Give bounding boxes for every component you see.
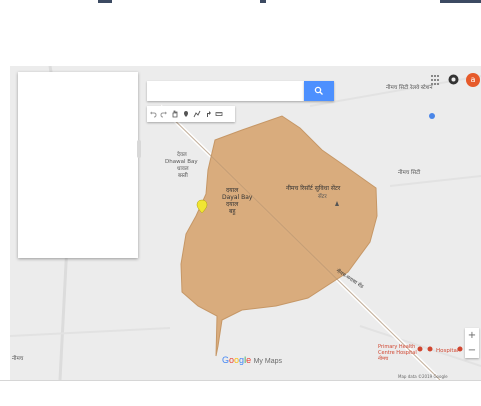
temple-label: सेंटर bbox=[318, 194, 327, 200]
area-label-right: नीमच सिटी bbox=[398, 170, 421, 176]
select-items-button[interactable] bbox=[169, 106, 180, 122]
redo-icon bbox=[159, 111, 167, 118]
place-label-top-right: नीमच सिटी रेलवे स्टेशन bbox=[386, 85, 433, 91]
map-attribution: Map data ©2019 Google bbox=[398, 374, 448, 379]
directions-icon bbox=[206, 111, 211, 117]
redo-button[interactable] bbox=[158, 106, 169, 122]
area-label-line: धावल bbox=[177, 166, 189, 172]
place-label-bottom-left: नीमच bbox=[12, 356, 24, 362]
drawn-area-polygon bbox=[180, 115, 378, 357]
window-top-strip bbox=[0, 0, 481, 6]
apps-grid-icon[interactable] bbox=[431, 75, 439, 85]
draw-line-button[interactable] bbox=[191, 106, 202, 122]
google-my-maps-logo: Google My Maps bbox=[222, 355, 282, 365]
hospital-label-line: नीमच bbox=[378, 356, 389, 362]
top-strip-segment bbox=[260, 0, 266, 3]
measure-button[interactable] bbox=[213, 106, 224, 122]
collapse-panel-handle[interactable] bbox=[137, 140, 141, 158]
layers-side-panel[interactable] bbox=[18, 72, 138, 258]
directions-button[interactable] bbox=[202, 106, 213, 122]
area-label-line: देवल bbox=[177, 152, 187, 158]
my-maps-label: My Maps bbox=[253, 358, 282, 365]
zoom-control: + − bbox=[465, 328, 479, 358]
hospital-label: Primary Health Centre Hospital नीमच bbox=[378, 344, 417, 362]
undo-button[interactable] bbox=[147, 106, 158, 122]
notifications-icon[interactable] bbox=[448, 74, 459, 85]
undo-icon bbox=[149, 111, 157, 118]
ruler-icon bbox=[215, 112, 222, 116]
zoom-in-button[interactable]: + bbox=[465, 328, 479, 343]
add-marker-button[interactable] bbox=[180, 106, 191, 122]
top-strip-segment bbox=[440, 0, 481, 3]
temple-label: नीमच रिसॉर्ट सुविधा सेंटर bbox=[286, 185, 341, 192]
area-label-line: बहु bbox=[229, 208, 236, 215]
draw-line-icon bbox=[193, 110, 200, 118]
hospital-label-right: Hospital bbox=[436, 348, 459, 354]
search-button[interactable] bbox=[304, 81, 334, 101]
marker-icon bbox=[183, 111, 188, 117]
bottom-bar bbox=[0, 380, 481, 406]
account-avatar[interactable]: a bbox=[466, 73, 480, 87]
search-icon bbox=[314, 86, 323, 95]
zoom-out-button[interactable]: − bbox=[465, 343, 479, 358]
top-strip-segment bbox=[98, 0, 112, 3]
map-toolbar bbox=[147, 106, 235, 122]
hand-icon bbox=[172, 110, 177, 118]
search-input[interactable] bbox=[147, 81, 304, 101]
area-label-line: बस्ती bbox=[178, 173, 188, 179]
area-label-line: Dhawal Bay bbox=[165, 159, 198, 165]
